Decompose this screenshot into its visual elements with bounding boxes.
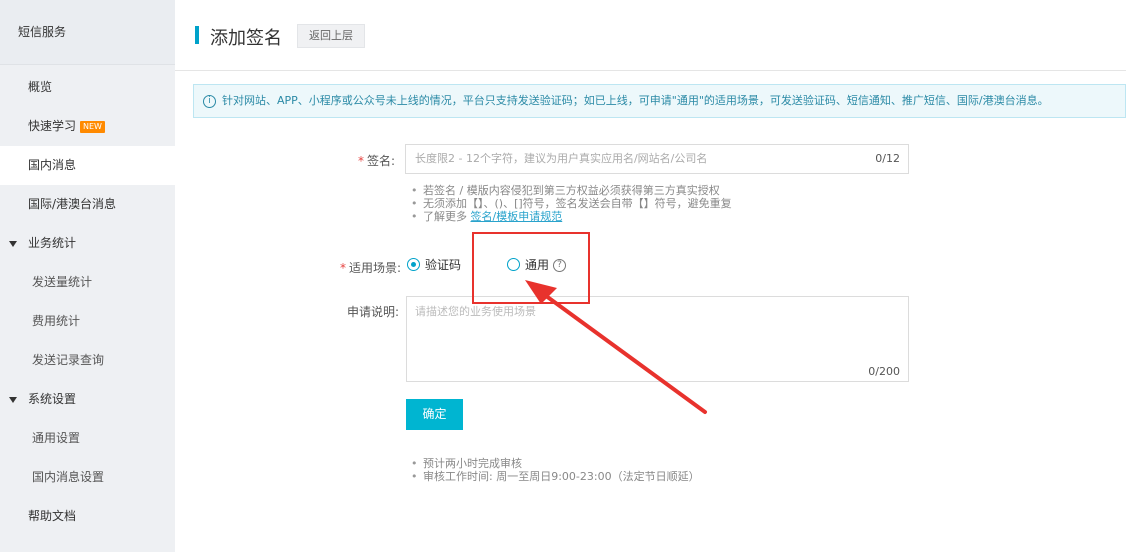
sign-tips: 若签名 / 模版内容侵犯到第三方权益必须获得第三方真实授权 无须添加【】、()、…: [411, 184, 732, 223]
sidebar-item-overview[interactable]: 概览: [0, 68, 175, 107]
sidebar-item-label: 国际/港澳台消息: [28, 197, 117, 211]
annotation-highlight-box: [472, 232, 590, 304]
sidebar-item-cost-stats[interactable]: 费用统计: [0, 302, 175, 341]
caret-down-icon: [9, 397, 17, 403]
sidebar-item-label: 发送量统计: [32, 275, 93, 289]
sidebar-item-label: 发送记录查询: [32, 353, 105, 367]
sidebar-item-label: 帮助文档: [28, 509, 77, 523]
radio-checked-icon: [407, 258, 420, 271]
sidebar-title: 短信服务: [0, 0, 175, 65]
sidebar: 短信服务 概览 快速学习 NEW 国内消息 国际/港澳台消息 业务统计 发送量统计…: [0, 0, 175, 552]
radio-verification-code[interactable]: 验证码: [407, 256, 461, 274]
info-text: 针对网站、APP、小程序或公众号未上线的情况，平台只支持发送验证码；如已上线，可…: [222, 94, 1049, 107]
sidebar-item-label: 快速学习: [28, 119, 77, 133]
spec-link[interactable]: 签名/模板申请规范: [471, 210, 563, 223]
sidebar-item-label: 通用设置: [32, 431, 81, 445]
required-mark: *: [339, 261, 346, 275]
scene-label-text: 适用场景:: [348, 261, 401, 275]
sign-label-text: 签名:: [366, 154, 395, 168]
description-placeholder: 请描述您的业务使用场景: [415, 305, 536, 318]
main-content: 添加签名 返回上层 i 针对网站、APP、小程序或公众号未上线的情况，平台只支持发…: [175, 0, 1126, 552]
sign-label: * 签名:: [175, 152, 395, 169]
sidebar-group-statistics[interactable]: 业务统计: [0, 224, 175, 263]
sidebar-item-help-docs[interactable]: 帮助文档: [0, 497, 175, 536]
sidebar-nav: 概览 快速学习 NEW 国内消息 国际/港澳台消息 业务统计 发送量统计 费用统计…: [0, 68, 175, 536]
sidebar-item-domestic-settings[interactable]: 国内消息设置: [0, 458, 175, 497]
sidebar-item-label: 国内消息设置: [32, 470, 105, 484]
page-title: 添加签名: [210, 28, 282, 49]
tip-item: 预计两小时完成审核: [411, 457, 700, 470]
back-button[interactable]: 返回上层: [297, 24, 365, 48]
tip-more-text: 了解更多: [423, 210, 467, 223]
confirm-button[interactable]: 确定: [406, 399, 463, 430]
sidebar-item-label: 业务统计: [28, 236, 77, 250]
tip-item: 无须添加【】、()、[]符号，签名发送会自带【】符号，避免重复: [411, 197, 732, 210]
sidebar-item-label: 费用统计: [32, 314, 81, 328]
review-tips: 预计两小时完成审核 审核工作时间: 周一至周日9:00-23:00（法定节日顺延…: [411, 457, 700, 483]
page-header: 添加签名 返回上层: [175, 0, 1126, 71]
radio-label: 验证码: [425, 258, 462, 272]
sidebar-group-settings[interactable]: 系统设置: [0, 380, 175, 419]
sign-input[interactable]: 长度限2 - 12个字符，建议为用户真实应用名/网站名/公司名 0/12: [405, 144, 909, 174]
sidebar-item-general-settings[interactable]: 通用设置: [0, 419, 175, 458]
sidebar-item-label: 国内消息: [28, 158, 77, 172]
sidebar-item-quick-start[interactable]: 快速学习 NEW: [0, 107, 175, 146]
caret-down-icon: [9, 241, 17, 247]
scene-label: * 适用场景:: [181, 259, 401, 276]
new-badge: NEW: [80, 120, 105, 133]
sidebar-item-send-stats[interactable]: 发送量统计: [0, 263, 175, 302]
description-counter: 0/200: [868, 365, 900, 378]
sign-counter: 0/12: [875, 152, 900, 165]
tip-item: 若签名 / 模版内容侵犯到第三方权益必须获得第三方真实授权: [411, 184, 732, 197]
sidebar-item-label: 概览: [28, 80, 53, 94]
description-textarea[interactable]: 请描述您的业务使用场景 0/200: [406, 296, 909, 382]
tip-item: 审核工作时间: 周一至周日9:00-23:00（法定节日顺延）: [411, 470, 700, 483]
sign-placeholder: 长度限2 - 12个字符，建议为用户真实应用名/网站名/公司名: [415, 152, 708, 165]
info-notice: i 针对网站、APP、小程序或公众号未上线的情况，平台只支持发送验证码；如已上线，…: [193, 84, 1126, 118]
tip-item: 了解更多 签名/模板申请规范: [411, 210, 732, 223]
sidebar-item-domestic[interactable]: 国内消息: [0, 146, 175, 185]
sidebar-item-label: 系统设置: [28, 392, 77, 406]
description-label: 申请说明:: [346, 305, 399, 319]
required-mark: *: [357, 154, 364, 168]
sidebar-item-international[interactable]: 国际/港澳台消息: [0, 185, 175, 224]
info-icon: i: [203, 94, 216, 108]
sidebar-item-send-records[interactable]: 发送记录查询: [0, 341, 175, 380]
title-accent-bar: [195, 26, 199, 44]
